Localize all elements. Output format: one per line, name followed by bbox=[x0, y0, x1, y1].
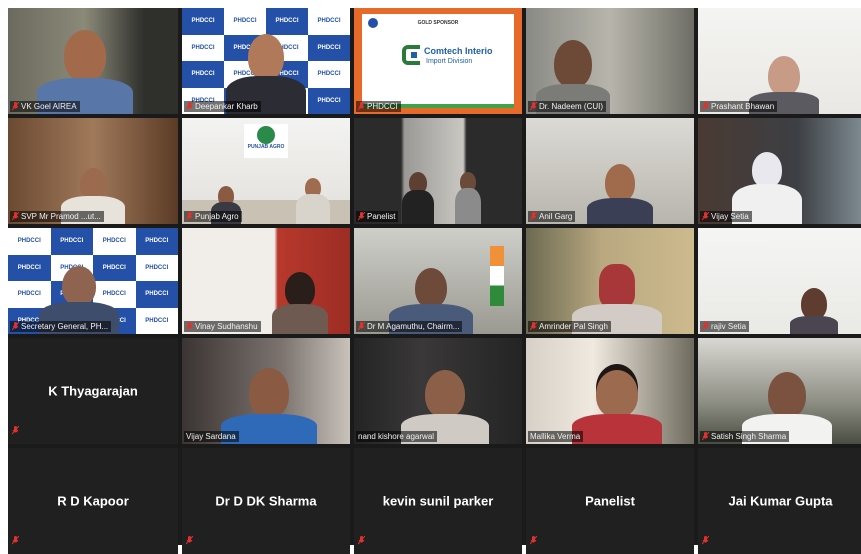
participant-name: Dr D DK Sharma bbox=[215, 493, 317, 509]
mic-muted-icon bbox=[11, 321, 20, 331]
participant-tile-25[interactable]: Jai Kumar Gupta bbox=[698, 448, 861, 554]
mic-muted-icon bbox=[357, 321, 366, 331]
participant-nameplate: Prashant Bhawan bbox=[700, 101, 778, 112]
participant-tile-12[interactable]: Vinay Sudhanshu bbox=[182, 228, 350, 334]
participant-tile-11[interactable]: PHDCCI PHDCCI PHDCCI PHDCCI PHDCCI PHDCCI PHD… bbox=[8, 228, 178, 334]
participant-tile-5[interactable]: Prashant Bhawan bbox=[698, 8, 861, 114]
comtech-logo-icon bbox=[402, 44, 422, 66]
participant-tile-8[interactable]: Panelist bbox=[354, 118, 522, 224]
participant-grid: VK Goel AIREA PHDCCI PHDCCI PHDCCI PHDCCI P… bbox=[8, 8, 861, 554]
mic-muted-icon bbox=[701, 321, 710, 331]
participant-tile-4[interactable]: Dr. Nadeem (CUI) bbox=[526, 8, 694, 114]
participant-nameplate: Punjab Agro bbox=[184, 211, 242, 222]
mic-muted-icon bbox=[701, 532, 710, 550]
participant-nameplate: Anil Garg bbox=[528, 211, 576, 222]
participant-name: kevin sunil parker bbox=[382, 493, 494, 509]
mic-muted-icon bbox=[185, 101, 194, 111]
participant-tile-20[interactable]: Satish Singh Sharma bbox=[698, 338, 861, 444]
mic-muted-icon bbox=[357, 532, 366, 550]
flag bbox=[490, 246, 504, 306]
participant-tile-21[interactable]: R D Kapoor bbox=[8, 448, 178, 554]
participant-name: Jai Kumar Gupta bbox=[728, 493, 833, 509]
participant-tile-10[interactable]: Vijay Setia bbox=[698, 118, 861, 224]
participant-video bbox=[455, 172, 482, 224]
participant-nameplate: Mallika Verma bbox=[528, 431, 584, 442]
mic-muted-icon bbox=[529, 211, 538, 221]
mic-muted-icon bbox=[185, 211, 194, 221]
mic-muted-icon bbox=[529, 321, 538, 331]
participant-name: R D Kapoor bbox=[57, 493, 129, 509]
participant-tile-1[interactable]: VK Goel AIREA bbox=[8, 8, 178, 114]
mic-muted-icon bbox=[11, 211, 20, 221]
participant-tile-13[interactable]: Dr M Agamuthu, Chairm... bbox=[354, 228, 522, 334]
participant-video bbox=[789, 288, 838, 334]
participant-tile-14[interactable]: Amrinder Pal Singh bbox=[526, 228, 694, 334]
participant-tile-3[interactable]: GOLD SPONSOR Comtech Interio Import Divi… bbox=[354, 8, 522, 114]
participant-video bbox=[296, 178, 331, 224]
participant-nameplate: nand kishore agarwal bbox=[356, 431, 438, 442]
mic-muted-icon bbox=[529, 101, 538, 111]
participant-video bbox=[271, 272, 328, 334]
participant-tile-9[interactable]: Anil Garg bbox=[526, 118, 694, 224]
mic-muted-icon bbox=[357, 211, 366, 221]
participant-nameplate: SVP Mr Pramod ...ut... bbox=[10, 211, 104, 222]
mic-muted-icon bbox=[185, 532, 194, 550]
sponsor-banner: GOLD SPONSOR Comtech Interio Import Divi… bbox=[362, 14, 514, 108]
participant-nameplate: Panelist bbox=[356, 211, 399, 222]
participant-tile-19[interactable]: Mallika Verma bbox=[526, 338, 694, 444]
participant-nameplate: rajiv Setia bbox=[700, 321, 750, 332]
participant-video bbox=[571, 370, 662, 444]
participant-tile-18[interactable]: nand kishore agarwal bbox=[354, 338, 522, 444]
mic-muted-icon bbox=[701, 101, 710, 111]
participant-tile-2[interactable]: PHDCCI PHDCCI PHDCCI PHDCCI PHDCCI PHDCCI PHD… bbox=[182, 8, 350, 114]
participant-video bbox=[587, 164, 654, 224]
participant-nameplate: Deepankar Kharb bbox=[184, 101, 261, 112]
participant-tile-16[interactable]: K Thyagarajan bbox=[8, 338, 178, 444]
mic-muted-icon bbox=[357, 101, 366, 111]
participant-nameplate: Vinay Sudhanshu bbox=[184, 321, 261, 332]
mic-muted-icon bbox=[11, 101, 20, 111]
punjab-agro-logo-icon bbox=[257, 126, 275, 144]
participant-nameplate: Vijay Sardana bbox=[184, 431, 239, 442]
participant-tile-24[interactable]: Panelist bbox=[526, 448, 694, 554]
mic-muted-icon bbox=[11, 422, 20, 440]
punjab-agro-sign: PUNJAB AGRO bbox=[244, 124, 288, 158]
participant-nameplate: Secretary General, PH... bbox=[10, 321, 112, 332]
participant-tile-23[interactable]: kevin sunil parker bbox=[354, 448, 522, 554]
participant-name: K Thyagarajan bbox=[48, 383, 138, 399]
participant-tile-15[interactable]: rajiv Setia bbox=[698, 228, 861, 334]
participant-tile-7[interactable]: PUNJAB AGRO Punjab Agro bbox=[182, 118, 350, 224]
participant-video bbox=[401, 172, 434, 224]
participant-nameplate: Dr. Nadeem (CUI) bbox=[528, 101, 607, 112]
participant-tile-6[interactable]: SVP Mr Pramod ...ut... bbox=[8, 118, 178, 224]
mic-muted-icon bbox=[701, 431, 710, 441]
mic-muted-icon bbox=[185, 321, 194, 331]
mic-muted-icon bbox=[11, 532, 20, 550]
participant-name: Panelist bbox=[585, 493, 635, 509]
mic-muted-icon bbox=[701, 211, 710, 221]
participant-tile-17[interactable]: Vijay Sardana bbox=[182, 338, 350, 444]
participant-nameplate: Dr M Agamuthu, Chairm... bbox=[356, 321, 463, 332]
participant-nameplate: Amrinder Pal Singh bbox=[528, 321, 611, 332]
participant-nameplate: VK Goel AIREA bbox=[10, 101, 80, 112]
participant-tile-22[interactable]: Dr D DK Sharma bbox=[182, 448, 350, 554]
mic-muted-icon bbox=[529, 532, 538, 550]
participant-nameplate: Vijay Setia bbox=[700, 211, 752, 222]
participant-nameplate: PHDCCI bbox=[356, 101, 401, 112]
participant-nameplate: Satish Singh Sharma bbox=[700, 431, 790, 442]
